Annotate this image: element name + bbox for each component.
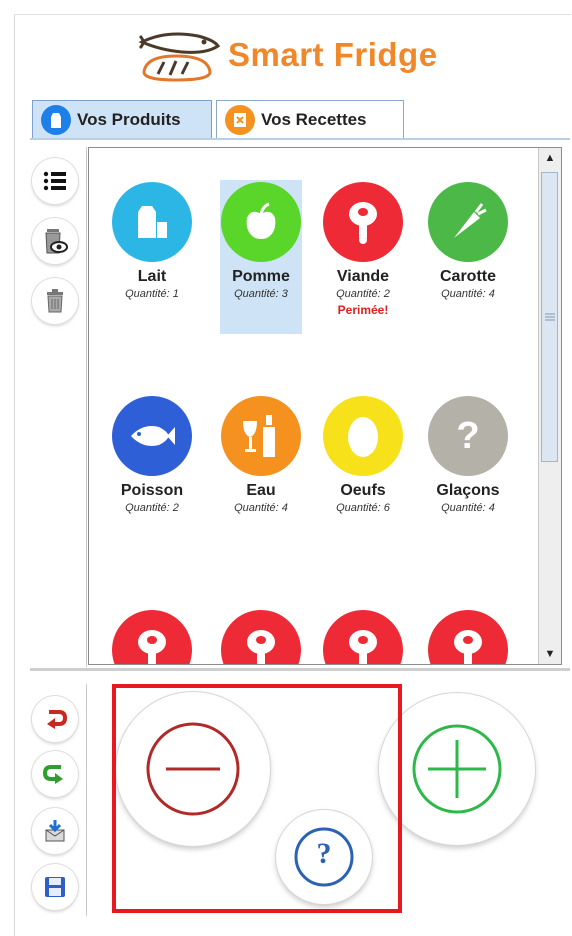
fish-bread-logo-icon: [138, 32, 221, 82]
product-name: Lait: [137, 268, 167, 285]
product-quantity: Quantité: 2: [336, 288, 390, 300]
product-name: Viande: [336, 268, 390, 285]
product-grid[interactable]: Lait Quantité: 1 Pomme Quantité: 3 Viand…: [88, 147, 562, 665]
save-button[interactable]: [32, 864, 78, 910]
product-quantity: Quantité: 3: [234, 288, 288, 300]
tab-vos-recettes[interactable]: Vos Recettes: [216, 100, 404, 138]
highlight-box: [112, 684, 402, 913]
product-quantity: Quantité: 4: [234, 502, 288, 514]
product-quantity: Quantité: 1: [125, 288, 179, 300]
app-title: Smart Fridge: [228, 36, 438, 73]
milk-carton-icon: [41, 104, 71, 135]
product-item-poisson[interactable]: Poisson Quantité: 2: [111, 394, 193, 514]
scroll-down-arrow-icon[interactable]: ▼: [539, 644, 561, 664]
tab-underline: [30, 138, 570, 140]
plus-circle-icon: [412, 724, 502, 814]
list-icon: [43, 171, 66, 191]
product-item-glacons[interactable]: ? Glaçons Quantité: 4: [427, 394, 509, 514]
scrollbar-thumb[interactable]: [541, 172, 558, 462]
meat-icon: [323, 610, 403, 664]
egg-icon: [323, 396, 403, 476]
list-view-button[interactable]: [32, 158, 78, 204]
import-button[interactable]: [32, 808, 78, 854]
vertical-scrollbar[interactable]: ▲ ▼: [538, 148, 561, 664]
trash-view-icon: [45, 229, 68, 254]
product-name: Eau: [246, 482, 276, 499]
product-item-viande[interactable]: Viande Quantité: 2 Perimée!: [322, 180, 404, 317]
product-name: Pomme: [232, 268, 290, 285]
product-quantity: Quantité: 2: [125, 502, 179, 514]
product-item[interactable]: [111, 608, 193, 664]
meat-icon: [112, 610, 192, 664]
product-item-oeufs[interactable]: Oeufs Quantité: 6: [322, 394, 404, 514]
add-quantity-button[interactable]: [379, 693, 535, 845]
redo-icon: [43, 765, 63, 784]
drinks-icon: [221, 396, 301, 476]
product-quantity: Quantité: 4: [441, 288, 495, 300]
product-item-pomme[interactable]: Pomme Quantité: 3: [220, 180, 302, 334]
product-item-lait[interactable]: Lait Quantité: 1: [111, 180, 193, 300]
meat-icon: [221, 610, 301, 664]
product-quantity: Quantité: 6: [336, 502, 390, 514]
product-item-eau[interactable]: Eau Quantité: 4: [220, 394, 302, 514]
fish-icon: [112, 396, 192, 476]
toolbar-divider: [86, 147, 87, 667]
product-name: Carotte: [439, 268, 496, 285]
panel-separator: [30, 668, 570, 671]
delete-button[interactable]: [32, 278, 78, 324]
tab-vos-produits[interactable]: Vos Produits: [32, 100, 212, 138]
carrot-icon: [428, 182, 508, 262]
product-quantity: Quantité: 4: [441, 502, 495, 514]
import-icon: [45, 820, 65, 842]
question-icon: ?: [428, 396, 508, 476]
product-name: Glaçons: [436, 482, 500, 499]
tab-label: Vos Recettes: [261, 109, 367, 129]
product-name: Oeufs: [340, 482, 386, 499]
redo-button[interactable]: [32, 751, 78, 797]
tab-label: Vos Produits: [77, 109, 181, 129]
apple-icon: [221, 182, 301, 262]
product-item-carotte[interactable]: Carotte Quantité: 4: [427, 180, 509, 300]
recipe-book-icon: [225, 104, 255, 135]
undo-icon: [47, 710, 67, 729]
trash-icon: [47, 289, 63, 313]
product-name: Poisson: [120, 482, 184, 499]
scroll-up-arrow-icon[interactable]: ▲: [539, 148, 561, 168]
grip-icon: [544, 313, 555, 321]
save-icon: [45, 877, 65, 897]
expired-status: Perimée!: [337, 303, 389, 317]
meat-icon: [428, 610, 508, 664]
undo-button[interactable]: [32, 696, 78, 742]
product-item[interactable]: [427, 608, 509, 664]
meat-icon: [323, 182, 403, 262]
milk-icon: [112, 182, 192, 262]
view-trash-button[interactable]: [32, 218, 78, 264]
toolbar-divider: [86, 684, 87, 916]
product-item[interactable]: [322, 608, 404, 664]
product-item[interactable]: [220, 608, 302, 664]
